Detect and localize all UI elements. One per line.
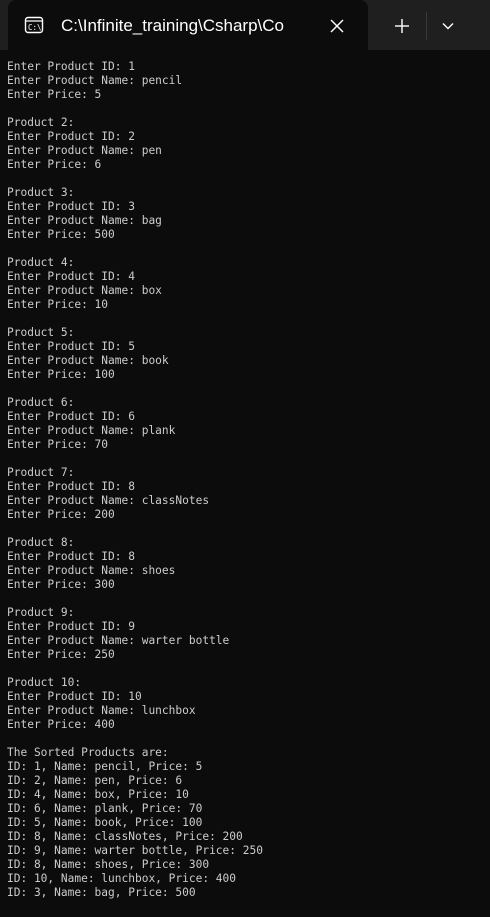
title-bar-divider bbox=[426, 12, 427, 40]
console-line: Product 10: bbox=[7, 676, 82, 689]
console-line: Enter Product Name: box bbox=[7, 284, 162, 297]
console-line: Enter Product ID: 8 bbox=[7, 480, 135, 493]
console-line: Enter Product ID: 5 bbox=[7, 340, 135, 353]
console-line: Product 3: bbox=[7, 186, 75, 199]
console-line: Enter Product Name: plank bbox=[7, 424, 176, 437]
console-line: Enter Price: 400 bbox=[7, 718, 115, 731]
tab-title: C:\Infinite_training\Csharp\Co bbox=[61, 16, 285, 35]
console-line: Enter Price: 200 bbox=[7, 508, 115, 521]
console-line: Enter Product Name: book bbox=[7, 354, 169, 367]
console-line: Enter Product Name: shoes bbox=[7, 564, 176, 577]
console-line: Product 8: bbox=[7, 536, 75, 549]
console-line: ID: 2, Name: pen, Price: 6 bbox=[7, 774, 183, 787]
console-line: Enter Product ID: 3 bbox=[7, 200, 135, 213]
console-line: ID: 9, Name: warter bottle, Price: 250 bbox=[7, 844, 263, 857]
console-line: Enter Product ID: 10 bbox=[7, 690, 142, 703]
console-line: Enter Product Name: classNotes bbox=[7, 494, 210, 507]
console-line: Enter Product Name: bag bbox=[7, 214, 162, 227]
console-line: Enter Product ID: 1 bbox=[7, 60, 135, 73]
console-line: Enter Product Name: pen bbox=[7, 144, 162, 157]
scrollbar-track[interactable] bbox=[484, 50, 490, 917]
console-line: The Sorted Products are: bbox=[7, 746, 169, 759]
console-line: Product 2: bbox=[7, 116, 75, 129]
console-line: ID: 5, Name: book, Price: 100 bbox=[7, 816, 203, 829]
console-line: ID: 8, Name: classNotes, Price: 200 bbox=[7, 830, 243, 843]
title-bar: C:\ C:\Infinite_training\Csharp\Co bbox=[0, 0, 490, 50]
console-line: ID: 3, Name: bag, Price: 500 bbox=[7, 886, 196, 899]
active-tab[interactable]: C:\ C:\Infinite_training\Csharp\Co bbox=[8, 0, 368, 50]
svg-text:C:\: C:\ bbox=[28, 23, 42, 32]
console-line: Product 9: bbox=[7, 606, 75, 619]
console-line: ID: 8, Name: shoes, Price: 300 bbox=[7, 858, 210, 871]
console-line: ID: 4, Name: box, Price: 10 bbox=[7, 788, 189, 801]
console-line: Enter Product ID: 6 bbox=[7, 410, 135, 423]
console-line: Enter Price: 10 bbox=[7, 298, 109, 311]
console-line: Enter Product ID: 9 bbox=[7, 620, 135, 633]
console-line: Enter Price: 5 bbox=[7, 88, 102, 101]
plus-icon[interactable] bbox=[385, 9, 419, 43]
console-line: Enter Product ID: 8 bbox=[7, 550, 135, 563]
console-line: Product 7: bbox=[7, 466, 75, 479]
chevron-down-icon[interactable] bbox=[431, 9, 465, 43]
console-line: ID: 10, Name: lunchbox, Price: 400 bbox=[7, 872, 237, 885]
console-line: Enter Price: 300 bbox=[7, 578, 115, 591]
console-line: Enter Price: 250 bbox=[7, 648, 115, 661]
terminal-window: C:\ C:\Infinite_training\Csharp\Co Enter… bbox=[0, 0, 490, 917]
console-line: Enter Price: 6 bbox=[7, 158, 102, 171]
close-icon[interactable] bbox=[323, 12, 351, 40]
console-line: Enter Product ID: 4 bbox=[7, 270, 135, 283]
console-icon: C:\ bbox=[24, 15, 44, 35]
console-line: Enter Product Name: lunchbox bbox=[7, 704, 196, 717]
console-line: Enter Price: 500 bbox=[7, 228, 115, 241]
console-line: Product 5: bbox=[7, 326, 75, 339]
console-line: Enter Price: 100 bbox=[7, 368, 115, 381]
console-line: ID: 6, Name: plank, Price: 70 bbox=[7, 802, 203, 815]
console-line: ID: 1, Name: pencil, Price: 5 bbox=[7, 760, 203, 773]
console-line: Product 6: bbox=[7, 396, 75, 409]
console-line: Enter Price: 70 bbox=[7, 438, 109, 451]
console-line: Enter Product ID: 2 bbox=[7, 130, 135, 143]
console-line: Enter Product Name: pencil bbox=[7, 74, 183, 87]
console-line: Enter Product Name: warter bottle bbox=[7, 634, 230, 647]
console-line: Product 4: bbox=[7, 256, 75, 269]
console-output[interactable]: Enter Product ID: 1 Enter Product Name: p… bbox=[7, 60, 485, 910]
